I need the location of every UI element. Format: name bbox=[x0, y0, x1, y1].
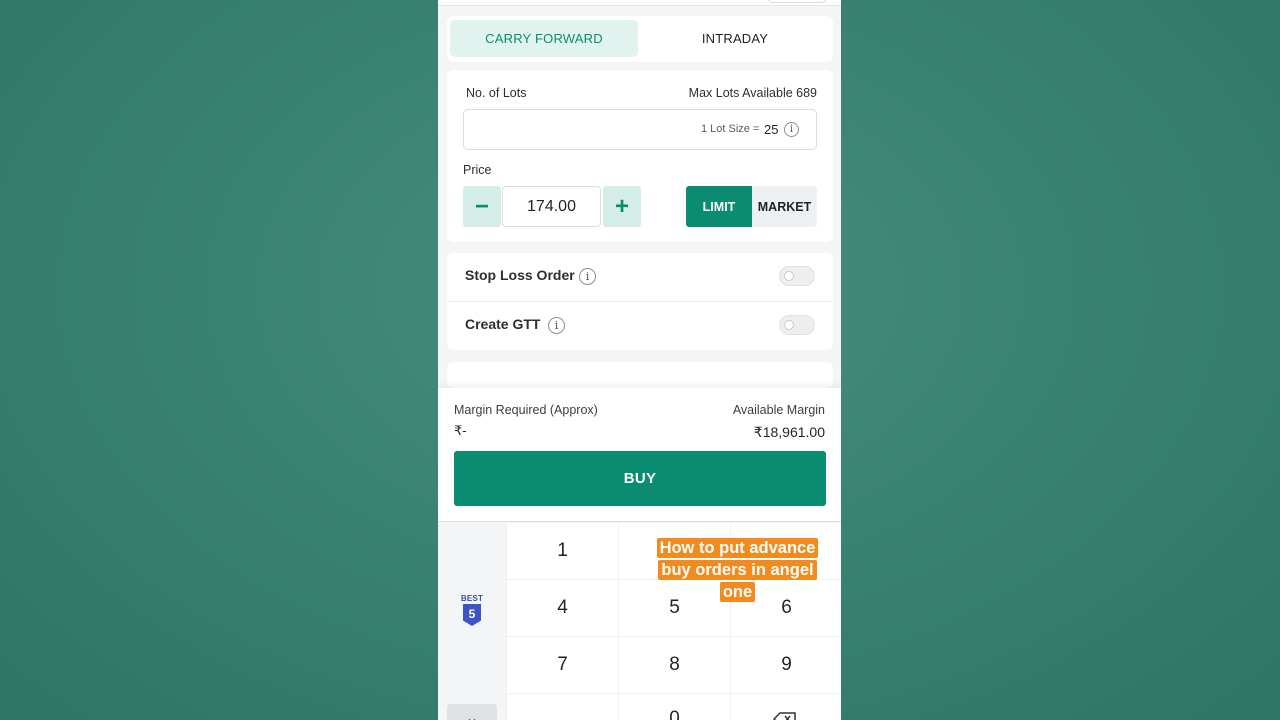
create-gtt-toggle[interactable] bbox=[779, 315, 815, 335]
price-label: Price bbox=[463, 163, 492, 177]
limit-order-button[interactable]: LIMIT bbox=[686, 186, 752, 227]
lot-size-label: 1 Lot Size = bbox=[701, 123, 760, 135]
stop-loss-info-icon[interactable]: i bbox=[579, 268, 596, 285]
keypad-side-panel: BEST 5 ⌄ bbox=[438, 522, 506, 720]
lots-label: No. of Lots bbox=[466, 86, 527, 100]
best-5-badge-icon: BEST 5 bbox=[460, 594, 484, 626]
stop-loss-toggle[interactable] bbox=[779, 266, 815, 286]
margin-required-value: ₹- bbox=[454, 423, 467, 438]
create-gtt-label: Create GTT bbox=[465, 316, 541, 332]
key-backspace[interactable] bbox=[731, 694, 841, 720]
lots-input[interactable]: 1 Lot Size = 25 i bbox=[463, 109, 817, 150]
top-strip bbox=[438, 0, 841, 6]
price-increment-button[interactable]: + bbox=[603, 186, 641, 227]
backspace-icon bbox=[773, 712, 796, 720]
lot-size-value: 25 bbox=[764, 122, 779, 137]
order-footer: Margin Required (Approx) ₹- Available Ma… bbox=[438, 388, 841, 521]
price-input[interactable]: 174.00 bbox=[502, 186, 601, 227]
key-8[interactable]: 8 bbox=[619, 637, 730, 693]
tab-intraday[interactable]: INTRADAY bbox=[641, 20, 829, 57]
stop-loss-row: Stop Loss Order i bbox=[447, 253, 833, 301]
available-margin-value: ₹18,961.00 bbox=[753, 424, 825, 440]
video-caption-overlay: How to put advance buy orders in angel o… bbox=[652, 538, 823, 603]
key-4[interactable]: 4 bbox=[507, 580, 618, 636]
create-gtt-row: Create GTT i bbox=[447, 301, 833, 349]
order-details-card: No. of Lots Max Lots Available 689 1 Lot… bbox=[447, 70, 833, 242]
validity-card-partial bbox=[447, 362, 833, 388]
advanced-options-card: Stop Loss Order i Create GTT i bbox=[447, 253, 833, 350]
key-1[interactable]: 1 bbox=[507, 523, 618, 579]
stop-loss-label: Stop Loss Order bbox=[465, 267, 575, 283]
buy-button[interactable]: BUY bbox=[454, 451, 826, 506]
key-0[interactable]: 0 bbox=[619, 694, 730, 720]
price-decrement-button[interactable]: − bbox=[463, 186, 501, 227]
product-type-tabs: CARRY FORWARD INTRADAY bbox=[447, 16, 833, 62]
keyboard-close-icon[interactable]: ⌄ bbox=[447, 704, 497, 720]
key-7[interactable]: 7 bbox=[507, 637, 618, 693]
market-order-button[interactable]: MARKET bbox=[752, 186, 817, 227]
tab-carry-forward[interactable]: CARRY FORWARD bbox=[450, 20, 638, 57]
phone-screen: CARRY FORWARD INTRADAY No. of Lots Max L… bbox=[438, 0, 841, 720]
available-margin-label: Available Margin bbox=[732, 403, 825, 417]
max-lots-available: Max Lots Available 689 bbox=[688, 86, 817, 100]
lot-size-info-icon[interactable]: i bbox=[784, 122, 799, 137]
margin-required-label: Margin Required (Approx) bbox=[454, 403, 598, 417]
create-gtt-info-icon[interactable]: i bbox=[548, 317, 565, 334]
key-blank[interactable] bbox=[507, 694, 618, 720]
key-9[interactable]: 9 bbox=[731, 637, 841, 693]
